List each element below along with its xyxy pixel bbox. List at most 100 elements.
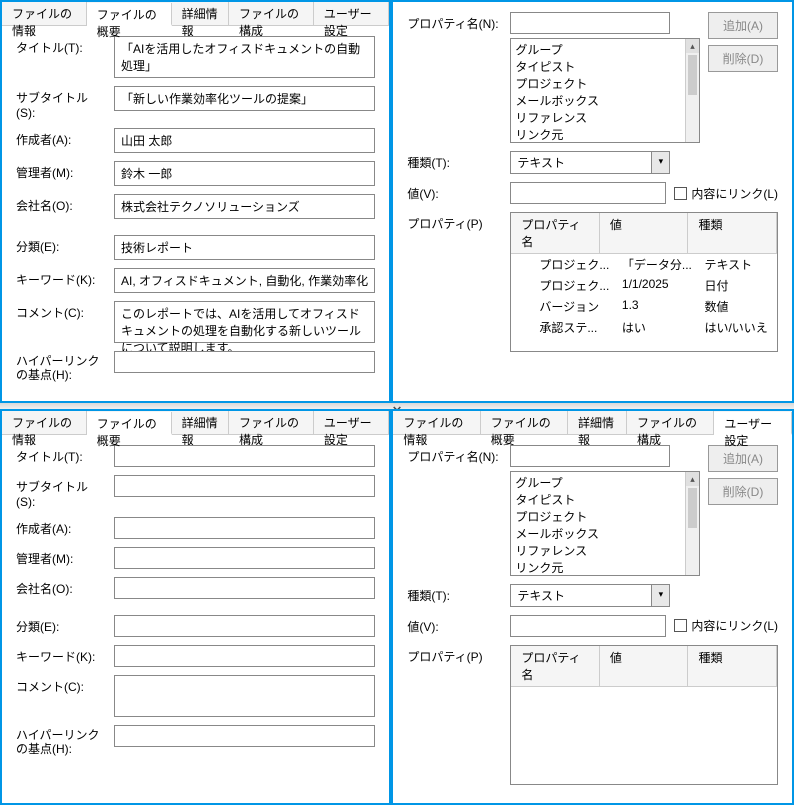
propname-input[interactable] xyxy=(510,12,670,34)
subtitle-input[interactable]: 「新しい作業効率化ツールの提案」 xyxy=(114,86,375,111)
category-input[interactable]: 技術レポート xyxy=(114,235,375,260)
subtitle-input[interactable] xyxy=(114,475,375,497)
panel-user-empty: ファイルの情報 ファイルの概要 詳細情報 ファイルの構成 ユーザー設定 プロパテ… xyxy=(391,409,794,805)
category-input[interactable] xyxy=(114,615,375,637)
tab-user-settings[interactable]: ユーザー設定 xyxy=(314,411,389,434)
title-label: タイトル(T): xyxy=(16,36,106,56)
list-item[interactable]: リファレンス xyxy=(515,109,695,126)
list-item[interactable]: グループ xyxy=(515,41,695,58)
tab-file-summary[interactable]: ファイルの概要 xyxy=(481,411,568,434)
keywords-label: キーワード(K): xyxy=(16,268,106,288)
list-item[interactable]: メールボックス xyxy=(515,92,695,109)
checkbox-icon[interactable] xyxy=(674,619,687,632)
chevron-down-icon[interactable]: ▾ xyxy=(651,585,669,606)
propname-listbox[interactable]: グループ タイピスト プロジェクト メールボックス リファレンス リンク元 ▴ xyxy=(510,38,700,143)
tab-file-summary[interactable]: ファイルの概要 xyxy=(87,412,172,435)
tab-structure[interactable]: ファイルの構成 xyxy=(627,411,714,434)
add-button[interactable]: 追加(A) xyxy=(708,12,778,39)
manager-input[interactable] xyxy=(114,547,375,569)
col-name: プロパティ名 xyxy=(511,646,600,686)
author-input[interactable] xyxy=(114,517,375,539)
col-val: 値 xyxy=(600,213,689,253)
tab-file-info[interactable]: ファイルの情報 xyxy=(2,2,87,25)
title-input[interactable]: 「AIを活用したオフィスドキュメントの自動処理」 xyxy=(114,36,375,78)
props-label: プロパティ(P) xyxy=(407,212,502,232)
value-input[interactable] xyxy=(510,182,666,204)
type-label: 種類(T): xyxy=(407,584,502,604)
scroll-up-icon[interactable]: ▴ xyxy=(686,472,699,486)
tab-user-settings[interactable]: ユーザー設定 xyxy=(314,2,389,25)
scroll-thumb[interactable] xyxy=(688,488,697,528)
tab-structure[interactable]: ファイルの構成 xyxy=(229,2,314,25)
list-item[interactable]: タイピスト xyxy=(515,491,695,508)
table-row[interactable]: プロジェク...1/1/2025日付 xyxy=(511,275,777,296)
hyperlink-label: ハイパーリンクの基点(H): xyxy=(16,725,106,757)
panel-summary-empty: ファイルの情報 ファイルの概要 詳細情報 ファイルの構成 ユーザー設定 タイトル… xyxy=(0,409,391,805)
type-dropdown[interactable]: テキスト▾ xyxy=(510,151,670,174)
tab-file-info[interactable]: ファイルの情報 xyxy=(2,411,87,434)
table-row[interactable]: 承認ステ...はいはい/いいえ xyxy=(511,317,777,338)
list-item[interactable]: プロジェクト xyxy=(515,75,695,92)
manager-label: 管理者(M): xyxy=(16,547,106,567)
tab-user-settings[interactable]: ユーザー設定 xyxy=(714,412,792,435)
comment-label: コメント(C): xyxy=(16,675,106,695)
col-val: 値 xyxy=(600,646,689,686)
author-label: 作成者(A): xyxy=(16,517,106,537)
title-label: タイトル(T): xyxy=(16,445,106,465)
tab-details[interactable]: 詳細情報 xyxy=(172,411,229,434)
delete-button[interactable]: 削除(D) xyxy=(708,45,778,72)
list-item[interactable]: プロジェクト xyxy=(515,508,695,525)
manager-input[interactable]: 鈴木 一郎 xyxy=(114,161,375,186)
table-row[interactable]: プロジェク...「データ分...テキスト xyxy=(511,254,777,275)
table-row[interactable]: バージョン1.3数値 xyxy=(511,296,777,317)
scrollbar[interactable]: ▴ xyxy=(685,39,699,142)
properties-table[interactable]: プロパティ名値種類 プロジェク...「データ分...テキスト プロジェク...1… xyxy=(510,212,778,352)
link-checkbox[interactable]: 内容にリンク(L) xyxy=(674,185,778,202)
category-label: 分類(E): xyxy=(16,615,106,635)
properties-table[interactable]: プロパティ名値種類 xyxy=(510,645,778,785)
tab-file-summary[interactable]: ファイルの概要 xyxy=(87,3,172,26)
tabs: ファイルの情報 ファイルの概要 詳細情報 ファイルの構成 ユーザー設定 xyxy=(2,411,389,435)
keywords-input[interactable] xyxy=(114,645,375,667)
delete-button[interactable]: 削除(D) xyxy=(708,478,778,505)
company-input[interactable] xyxy=(114,577,375,599)
hyperlink-input[interactable] xyxy=(114,351,375,373)
list-item[interactable]: リンク元 xyxy=(515,559,695,576)
comment-input[interactable] xyxy=(114,675,375,717)
list-item[interactable]: メールボックス xyxy=(515,525,695,542)
list-item[interactable]: リンク元 xyxy=(515,126,695,143)
type-dropdown[interactable]: テキスト▾ xyxy=(510,584,670,607)
list-item[interactable]: リファレンス xyxy=(515,542,695,559)
link-checkbox[interactable]: 内容にリンク(L) xyxy=(674,617,778,634)
company-input[interactable]: 株式会社テクノソリューションズ xyxy=(114,194,375,219)
propname-label: プロパティ名(N): xyxy=(407,12,502,32)
propname-input[interactable] xyxy=(510,445,670,467)
tabs: ファイルの情報 ファイルの概要 詳細情報 ファイルの構成 ユーザー設定 xyxy=(2,2,389,26)
list-item[interactable]: グループ xyxy=(515,474,695,491)
hyperlink-label: ハイパーリンクの基点(H): xyxy=(16,351,106,383)
scroll-thumb[interactable] xyxy=(688,55,697,95)
scroll-up-icon[interactable]: ▴ xyxy=(686,39,699,53)
tab-structure[interactable]: ファイルの構成 xyxy=(229,411,314,434)
panel-summary-filled: ファイルの情報 ファイルの概要 詳細情報 ファイルの構成 ユーザー設定 タイトル… xyxy=(0,0,391,403)
list-item[interactable]: タイピスト xyxy=(515,58,695,75)
hyperlink-input[interactable] xyxy=(114,725,375,747)
comment-input[interactable]: このレポートでは、AIを活用してオフィスドキュメントの処理を自動化する新しいツー… xyxy=(114,301,375,343)
link-label: 内容にリンク(L) xyxy=(691,617,778,634)
add-button[interactable]: 追加(A) xyxy=(708,445,778,472)
chevron-down-icon[interactable]: ▾ xyxy=(651,152,669,173)
tab-file-info[interactable]: ファイルの情報 xyxy=(393,411,480,434)
keywords-input[interactable]: AI, オフィスドキュメント, 自動化, 作業効率化 xyxy=(114,268,375,293)
tab-details[interactable]: 詳細情報 xyxy=(568,411,627,434)
props-label: プロパティ(P) xyxy=(407,645,502,665)
subtitle-label: サブタイトル(S): xyxy=(16,475,106,509)
title-input[interactable] xyxy=(114,445,375,467)
tab-details[interactable]: 詳細情報 xyxy=(172,2,229,25)
col-name: プロパティ名 xyxy=(511,213,600,253)
checkbox-icon[interactable] xyxy=(674,187,687,200)
value-label: 値(V): xyxy=(407,182,502,202)
scrollbar[interactable]: ▴ xyxy=(685,472,699,575)
propname-listbox[interactable]: グループ タイピスト プロジェクト メールボックス リファレンス リンク元 ▴ xyxy=(510,471,700,576)
author-input[interactable]: 山田 太郎 xyxy=(114,128,375,153)
value-input[interactable] xyxy=(510,615,666,637)
